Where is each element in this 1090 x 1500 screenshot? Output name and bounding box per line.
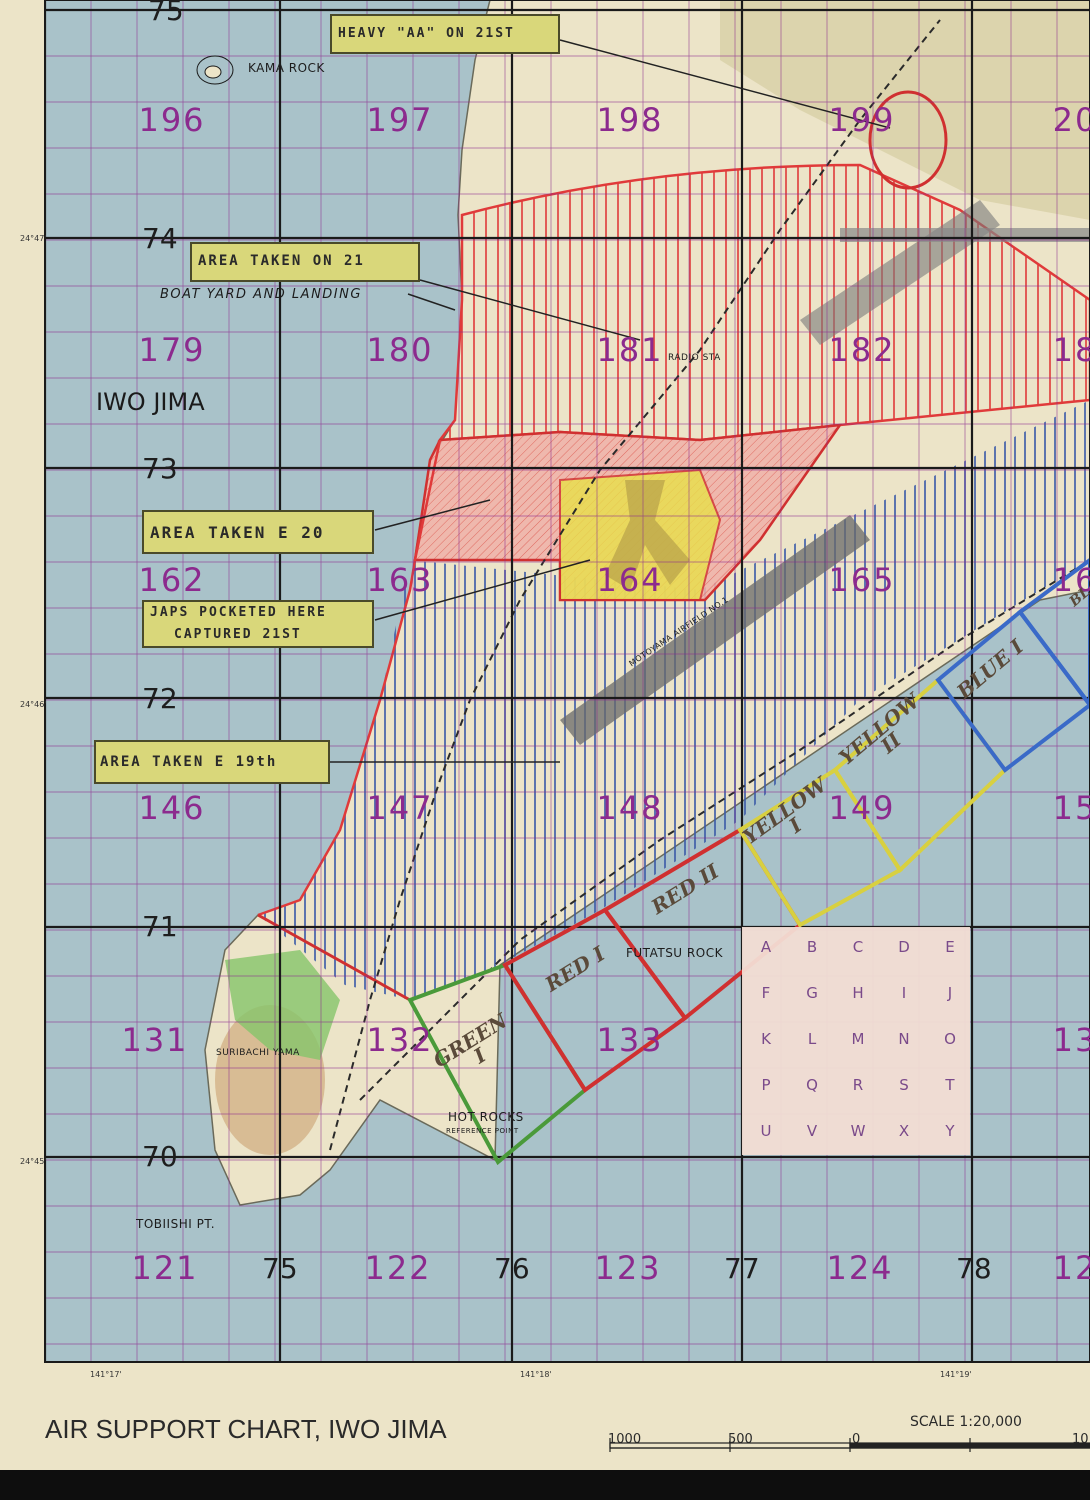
subgrid-letter: T [945,1076,955,1094]
coord-lon-18: 141°18' [520,1370,552,1379]
square-179: 179 [138,331,206,369]
subgrid-letter: V [806,1122,818,1140]
subgrid-letter: H [852,984,864,1002]
subgrid-letter: I [901,984,907,1002]
callout-japs-line2: CAPTURED 21ST [174,627,302,642]
callout-japs-line1: JAPS POCKETED HERE [150,605,327,620]
coord-lat-74: 24°47' [20,234,47,243]
callout-area-21: AREA TAKEN ON 21 [190,242,420,282]
square-134: 13 [1052,1021,1090,1059]
square-124: 124 [826,1249,894,1287]
subgrid-letter: N [898,1030,910,1048]
callout-area-20: AREA TAKEN E 20 [142,510,374,554]
subgrid-letter: E [945,938,955,956]
place-boat-yard: BOAT YARD AND LANDING [160,287,362,302]
place-tobiishi: TOBIISHI PT. [136,1217,216,1231]
square-163: 163 [366,561,434,599]
subgrid-letter: B [806,938,818,956]
grid-y-74: 74 [142,222,178,255]
place-hot-rocks: HOT ROCKS [448,1110,524,1124]
coord-lon-19: 141°19' [940,1370,972,1379]
subgrid-letter: M [851,1030,865,1048]
square-146: 146 [138,789,206,827]
scale-tick-1000b: 10 [1072,1432,1089,1447]
coord-lat-72: 24°46' [20,700,47,709]
place-kama-rock: KAMA ROCK [248,61,325,75]
scale-tick-0: 0 [852,1432,861,1447]
subgrid-letter: G [806,984,818,1002]
subgrid-letter: L [807,1030,817,1048]
callout-area-19: AREA TAKEN E 19th [94,740,330,784]
grid-x-77: 77 [724,1252,760,1285]
square-162: 162 [138,561,206,599]
grid-y-73: 73 [142,452,178,485]
scale-bar [609,1438,1090,1452]
square-123: 123 [594,1249,662,1287]
place-suribachi: SURIBACHI YAMA [216,1048,300,1058]
square-148: 148 [596,789,664,827]
coord-lat-70: 24°45' [20,1157,47,1166]
subgrid-letter: Y [945,1122,955,1140]
grid-x-76: 76 [494,1252,530,1285]
subgrid-letter: R [852,1076,864,1094]
place-futatsu-rock: FUTATSU ROCK [626,946,723,960]
subgrid-letter: U [760,1122,772,1140]
square-197: 197 [366,101,434,139]
subgrid-letter: K [761,1030,771,1048]
scale-tick-1000: 1000 [608,1432,642,1447]
square-198: 198 [596,101,664,139]
subgrid-letter: C [852,938,864,956]
coord-lon-17: 141°17' [90,1370,122,1379]
square-199: 199 [828,101,896,139]
square-196: 196 [138,101,206,139]
square-180: 180 [366,331,434,369]
square-122: 122 [364,1249,432,1287]
island-name: IWO JIMA [96,388,205,416]
scale-label: SCALE 1:20,000 [910,1414,1022,1430]
place-radio-sta: RADIO STA [668,353,721,363]
subgrid-letter: Q [806,1076,818,1094]
square-181: 181 [596,331,664,369]
chart-title: AIR SUPPORT CHART, IWO JIMA [45,1414,447,1444]
square-121: 121 [131,1249,199,1287]
grid-y-71: 71 [142,910,178,943]
square-131: 131 [121,1021,189,1059]
square-164: 164 [596,561,664,599]
place-reference-point: REFERENCE POINT [446,1127,519,1135]
square-132: 132 [366,1021,434,1059]
square-150: 15 [1052,789,1090,827]
grid-x-75: 75 [262,1252,298,1285]
square-149: 149 [828,789,896,827]
grid-y-72: 72 [142,682,178,715]
square-125: 12 [1052,1249,1090,1287]
subgrid-letter: A [760,938,772,956]
callout-japs-pocketed: JAPS POCKETED HERE CAPTURED 21ST [142,600,374,648]
square-147: 147 [366,789,434,827]
subgrid-letter: O [944,1030,956,1048]
subgrid-letter: S [899,1076,909,1094]
square-133: 133 [596,1021,664,1059]
subgrid-letter: W [850,1122,866,1140]
callout-heavy-aa: HEAVY "AA" ON 21ST [330,14,560,54]
subgrid-letter: D [898,938,910,956]
square-200: 20 [1052,101,1090,139]
subgrid-letter: J [947,984,953,1002]
square-182: 182 [828,331,896,369]
subgrid-letter: P [761,1076,771,1094]
square-183: 18 [1052,331,1090,369]
scale-tick-500: 500 [728,1432,753,1447]
grid-y-75: 75 [148,0,184,27]
subgrid-letter: F [761,984,771,1002]
subgrid-letter: X [898,1122,910,1140]
square-165: 165 [828,561,896,599]
grid-y-70: 70 [142,1140,178,1173]
grid-x-78: 78 [956,1252,992,1285]
